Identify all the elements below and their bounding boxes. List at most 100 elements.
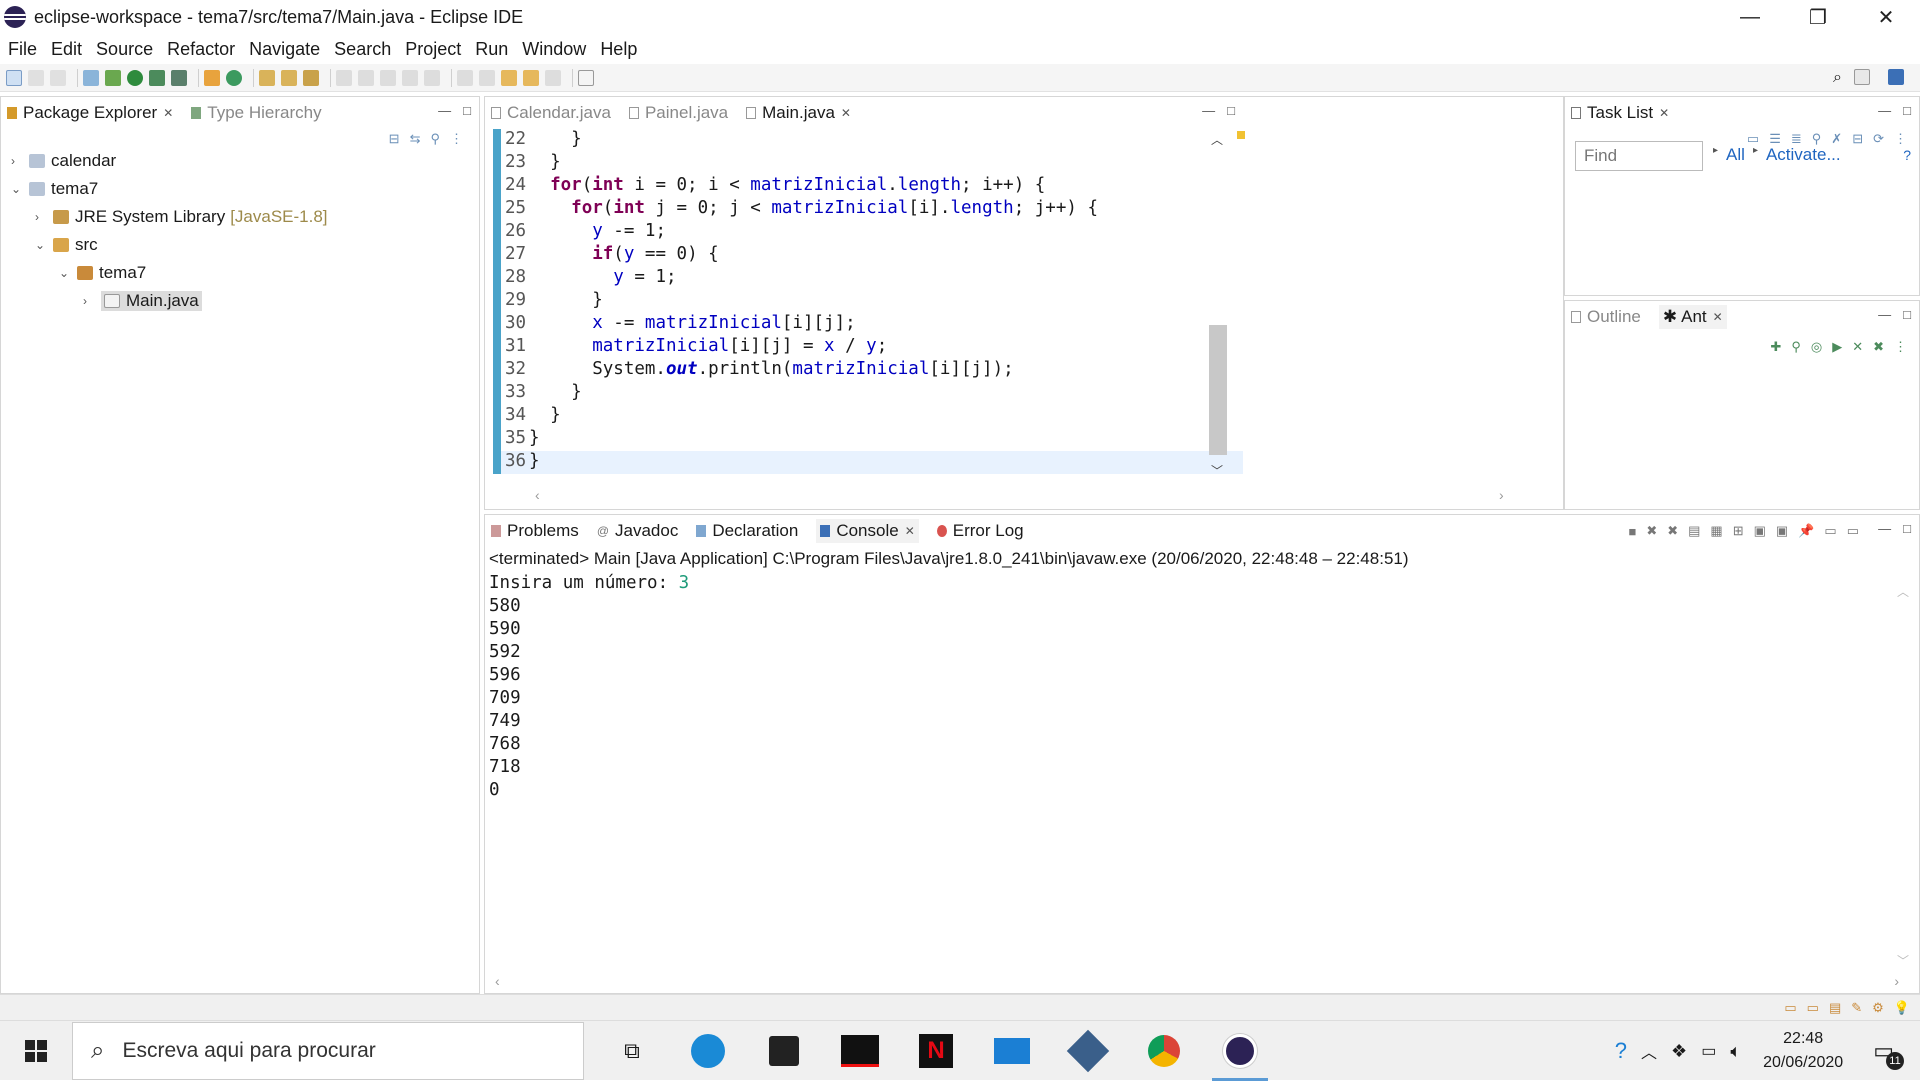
annotation-next-icon[interactable] [336, 69, 352, 86]
display-console-icon[interactable]: ▭ [1824, 523, 1836, 539]
volume-icon[interactable]: 🔈︎ [1730, 1041, 1741, 1062]
new-icon[interactable] [6, 69, 22, 86]
tab-type-hierarchy[interactable]: Type Hierarchy [191, 103, 322, 123]
minimize-view-icon[interactable]: — [438, 103, 451, 118]
find-input[interactable]: Find [1575, 141, 1703, 171]
tab-error-log[interactable]: Error Log [936, 521, 1024, 541]
trim-icon[interactable]: ▤ [1829, 1000, 1841, 1016]
back-dropdown-icon[interactable] [523, 69, 539, 86]
code-line[interactable]: 24 for(int i = 0; i < matrizInicial.leng… [493, 175, 1243, 198]
maximize-button[interactable]: ❐ [1784, 0, 1852, 34]
chevron-down-icon[interactable]: ⌄ [59, 266, 71, 280]
collapse-all-icon[interactable]: ⊟ [1852, 131, 1863, 147]
tree-item-tema7-project[interactable]: ⌄ tema7 [1, 175, 328, 203]
help-icon[interactable]: ? [1903, 147, 1911, 163]
trim-icon[interactable]: ⚙ [1872, 1000, 1884, 1016]
remove-launch-icon[interactable]: ✖ [1646, 523, 1657, 539]
tab-painel-java[interactable]: Painel.java [628, 103, 728, 123]
remove-icon[interactable]: ✕ [1852, 339, 1863, 355]
scroll-down-icon[interactable]: ﹀ [1211, 462, 1223, 479]
tab-declaration[interactable]: Declaration [696, 521, 798, 541]
collapse-all-icon[interactable]: ⊟ [389, 131, 400, 147]
chrome-icon[interactable] [1136, 1027, 1192, 1075]
scroll-right-icon[interactable]: › [1499, 487, 1504, 503]
clock[interactable]: 22:48 20/06/2020 [1763, 1027, 1843, 1075]
view-menu-icon[interactable]: ⋮ [1894, 131, 1907, 147]
tab-task-list[interactable]: Task List ✕ [1571, 103, 1669, 123]
run-icon[interactable] [127, 69, 143, 86]
sync-icon[interactable]: ⟳ [1873, 131, 1884, 147]
show-on-stdout-icon[interactable]: ▣ [1754, 523, 1766, 539]
minimize-view-icon[interactable]: — [1878, 103, 1891, 118]
netflix-icon[interactable]: N [908, 1027, 964, 1075]
close-icon[interactable]: ✕ [1713, 310, 1723, 324]
minimize-button[interactable]: — [1716, 0, 1784, 34]
code-line[interactable]: 22 } [493, 129, 1243, 152]
all-link[interactable]: All [1726, 145, 1745, 165]
annotation-prev-icon[interactable] [358, 69, 374, 86]
menu-run[interactable]: Run [475, 39, 508, 60]
help-icon[interactable]: ? [1615, 1038, 1627, 1064]
close-icon[interactable]: ✕ [905, 524, 915, 538]
notifications-icon[interactable]: ▭ 11 [1873, 1038, 1904, 1070]
scrollbar-thumb[interactable] [1209, 325, 1227, 455]
back-icon[interactable] [501, 69, 517, 86]
mail-icon[interactable] [984, 1027, 1040, 1075]
maximize-view-icon[interactable]: □ [1903, 103, 1911, 118]
search-icon[interactable]: ⌕ [1833, 69, 1842, 87]
menu-source[interactable]: Source [96, 39, 153, 60]
menu-file[interactable]: File [8, 39, 37, 60]
menu-search[interactable]: Search [334, 39, 391, 60]
tip-icon[interactable]: 💡 [1894, 1000, 1910, 1016]
tab-console[interactable]: Console ✕ [816, 519, 919, 543]
prev-edit-icon[interactable] [479, 69, 495, 86]
start-button[interactable] [0, 1021, 72, 1081]
tab-calendar-java[interactable]: Calendar.java [491, 103, 611, 123]
tab-outline[interactable]: Outline [1571, 307, 1641, 327]
maximize-view-icon[interactable]: □ [1903, 307, 1911, 322]
tree-item-tema7-package[interactable]: ⌄ tema7 [1, 259, 328, 287]
view-menu-icon[interactable]: ⋮ [450, 131, 463, 147]
task-view-icon[interactable]: ⧉ [604, 1027, 660, 1075]
console-output[interactable]: Insira um número: 3 580 590 592 596 709 … [489, 573, 689, 803]
filter-icon[interactable]: ⚲ [430, 131, 440, 147]
search-toolbar-icon[interactable] [303, 69, 319, 86]
toggle-mark-icon[interactable] [380, 69, 396, 86]
chevron-right-icon[interactable]: › [35, 210, 47, 224]
trim-icon[interactable]: ▭ [1784, 1000, 1796, 1016]
code-line[interactable]: 35} [493, 428, 1243, 451]
edge-icon[interactable] [680, 1027, 736, 1075]
menu-project[interactable]: Project [405, 39, 461, 60]
code-line[interactable]: 32 System.out.println(matrizInicial[i][j… [493, 359, 1243, 382]
store-icon[interactable] [756, 1027, 812, 1075]
chevron-down-icon[interactable]: ⌄ [35, 238, 47, 252]
chevron-up-icon[interactable]: ︿ [1641, 1039, 1657, 1063]
show-on-stderr-icon[interactable]: ▣ [1776, 523, 1788, 539]
hide-targets-icon[interactable]: ◎ [1811, 339, 1822, 355]
scroll-left-icon[interactable]: ‹ [535, 487, 540, 503]
activate-link[interactable]: Activate... [1766, 145, 1841, 165]
search-buildfile-icon[interactable]: ⚲ [1791, 339, 1801, 355]
tab-package-explorer[interactable]: Package Explorer ✕ [7, 103, 173, 123]
minimize-view-icon[interactable]: — [1202, 103, 1215, 118]
save-all-icon[interactable] [50, 69, 66, 86]
tree-item-main-java[interactable]: › Main.java [1, 287, 328, 315]
close-icon[interactable]: ✕ [163, 106, 173, 120]
close-button[interactable]: ✕ [1852, 0, 1920, 34]
menu-help[interactable]: Help [600, 39, 637, 60]
eclipse-taskbar-icon[interactable] [1212, 1027, 1268, 1081]
save-icon[interactable] [28, 69, 44, 86]
tree-item-jre[interactable]: › JRE System Library [JavaSE-1.8] [1, 203, 328, 231]
vm-app-icon[interactable] [832, 1027, 888, 1075]
next-edit-icon[interactable] [457, 69, 473, 86]
scroll-lock-icon[interactable]: ▦ [1710, 523, 1722, 539]
tree-item-calendar[interactable]: › calendar [1, 147, 328, 175]
scroll-left-icon[interactable]: ‹ [495, 973, 500, 989]
view-menu-icon[interactable]: ⋮ [1894, 339, 1907, 355]
word-wrap-icon[interactable]: ⊞ [1733, 523, 1744, 539]
close-icon[interactable]: ✕ [1659, 106, 1669, 120]
code-line[interactable]: 26 y -= 1; [493, 221, 1243, 244]
maximize-view-icon[interactable]: □ [463, 103, 471, 118]
new-class-icon[interactable] [226, 69, 242, 86]
chevron-right-icon[interactable]: › [83, 294, 95, 308]
